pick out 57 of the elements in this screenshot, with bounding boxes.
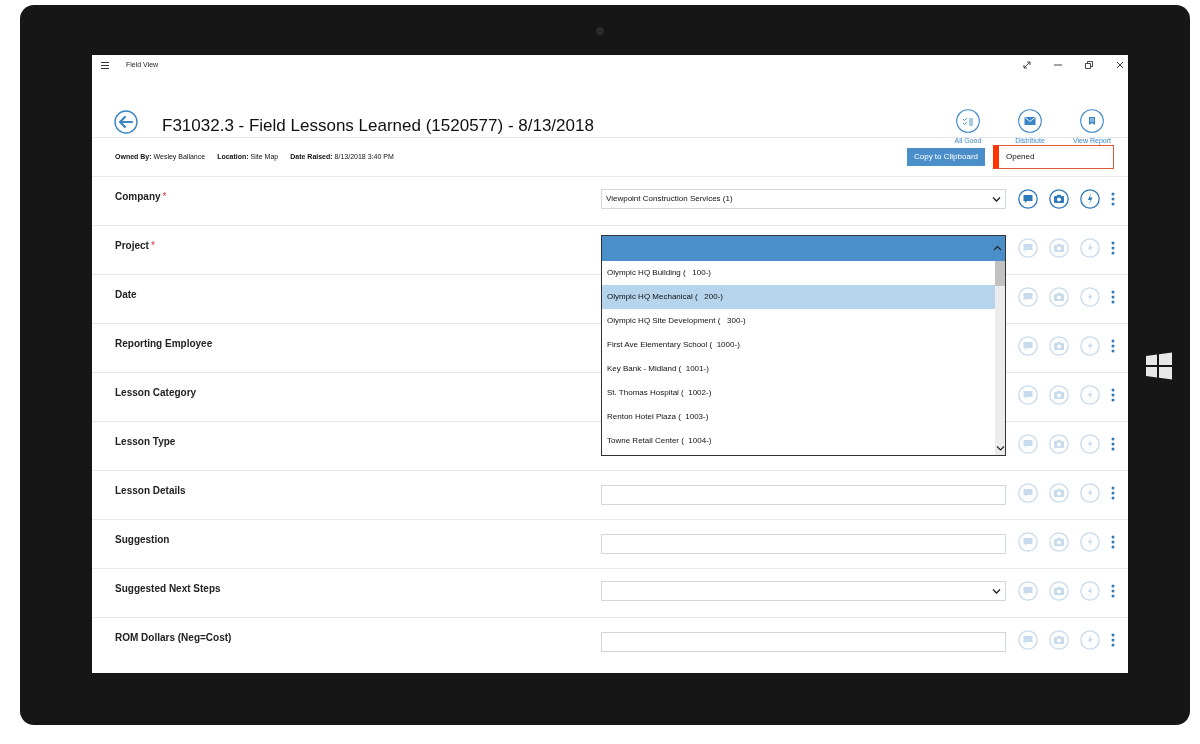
scroll-down-icon [995, 445, 1005, 452]
close-icon[interactable] [1116, 61, 1124, 69]
menu-icon[interactable] [101, 60, 109, 70]
comment-icon[interactable] [1018, 189, 1038, 209]
more-icon[interactable] [1111, 290, 1115, 304]
back-icon[interactable] [114, 110, 138, 134]
field-label: Lesson Type [115, 435, 176, 449]
dropdown-option[interactable]: Key Bank - Midland ( 1001-) [602, 357, 995, 381]
field-label: ROM Dollars (Neg=Cost) [115, 631, 232, 645]
field-label: Company [115, 190, 161, 204]
more-icon[interactable] [1111, 339, 1115, 353]
input-field[interactable] [601, 632, 1006, 652]
restore-icon[interactable] [1085, 61, 1093, 69]
scrollbar[interactable] [995, 261, 1005, 455]
dropdown-option[interactable]: Olympic HQ Building ( 100-) [602, 261, 995, 285]
dropdown-option[interactable]: Olympic HQ Mechanical ( 200-) [602, 285, 995, 309]
required-mark: * [162, 190, 167, 204]
more-icon[interactable] [1111, 486, 1115, 500]
input-field[interactable] [601, 485, 1006, 505]
mail-icon [1018, 109, 1042, 133]
windows-logo-icon [1145, 352, 1173, 380]
more-icon[interactable] [1111, 388, 1115, 402]
input-field[interactable] [601, 534, 1006, 554]
status-field: Opened [993, 145, 1114, 169]
field-label: Suggested Next Steps [115, 582, 221, 596]
report-icon [1080, 109, 1104, 133]
dropdown-option[interactable]: First Ave Elementary School ( 1000-) [602, 333, 995, 357]
field-label: Suggestion [115, 533, 170, 547]
scroll-up-icon[interactable] [993, 245, 1002, 252]
expand-icon[interactable] [1023, 61, 1031, 69]
required-mark: * [150, 239, 155, 253]
select-field[interactable] [601, 581, 1006, 601]
more-icon[interactable] [1111, 192, 1115, 206]
select-field[interactable]: Viewpoint Construction Services (1) [601, 189, 1006, 209]
dropdown-option[interactable]: Renton Hotel Plaza ( 1003-) [602, 405, 995, 429]
field-label: Lesson Category [115, 386, 197, 400]
dropdown-option[interactable]: Olympic HQ Site Development ( 300-) [602, 309, 995, 333]
chevron-down-icon [992, 587, 1001, 595]
scrollbar-thumb[interactable] [995, 261, 1005, 286]
dropdown-option[interactable]: Towne Retail Center ( 1004-) [602, 429, 995, 453]
dropdown-option[interactable]: St. Thomas Hospital ( 1002-) [602, 381, 995, 405]
chevron-down-icon [992, 195, 1001, 203]
camera-icon[interactable] [1049, 189, 1069, 209]
more-icon[interactable] [1111, 633, 1115, 647]
page-title: F31032.3 - Field Lessons Learned (1520577) - 8/13/2018 [162, 115, 594, 137]
field-label: Reporting Employee [115, 337, 213, 351]
more-icon[interactable] [1111, 584, 1115, 598]
field-label: Lesson Details [115, 484, 186, 498]
more-icon[interactable] [1111, 241, 1115, 255]
field-label: Project [115, 239, 149, 253]
lightning-icon[interactable] [1080, 189, 1100, 209]
checklist-icon [956, 109, 980, 133]
dropdown-list[interactable] [601, 235, 1006, 456]
more-icon[interactable] [1111, 437, 1115, 451]
more-icon[interactable] [1111, 535, 1115, 549]
field-label: Date [115, 288, 137, 302]
minimize-icon[interactable] [1054, 61, 1062, 69]
